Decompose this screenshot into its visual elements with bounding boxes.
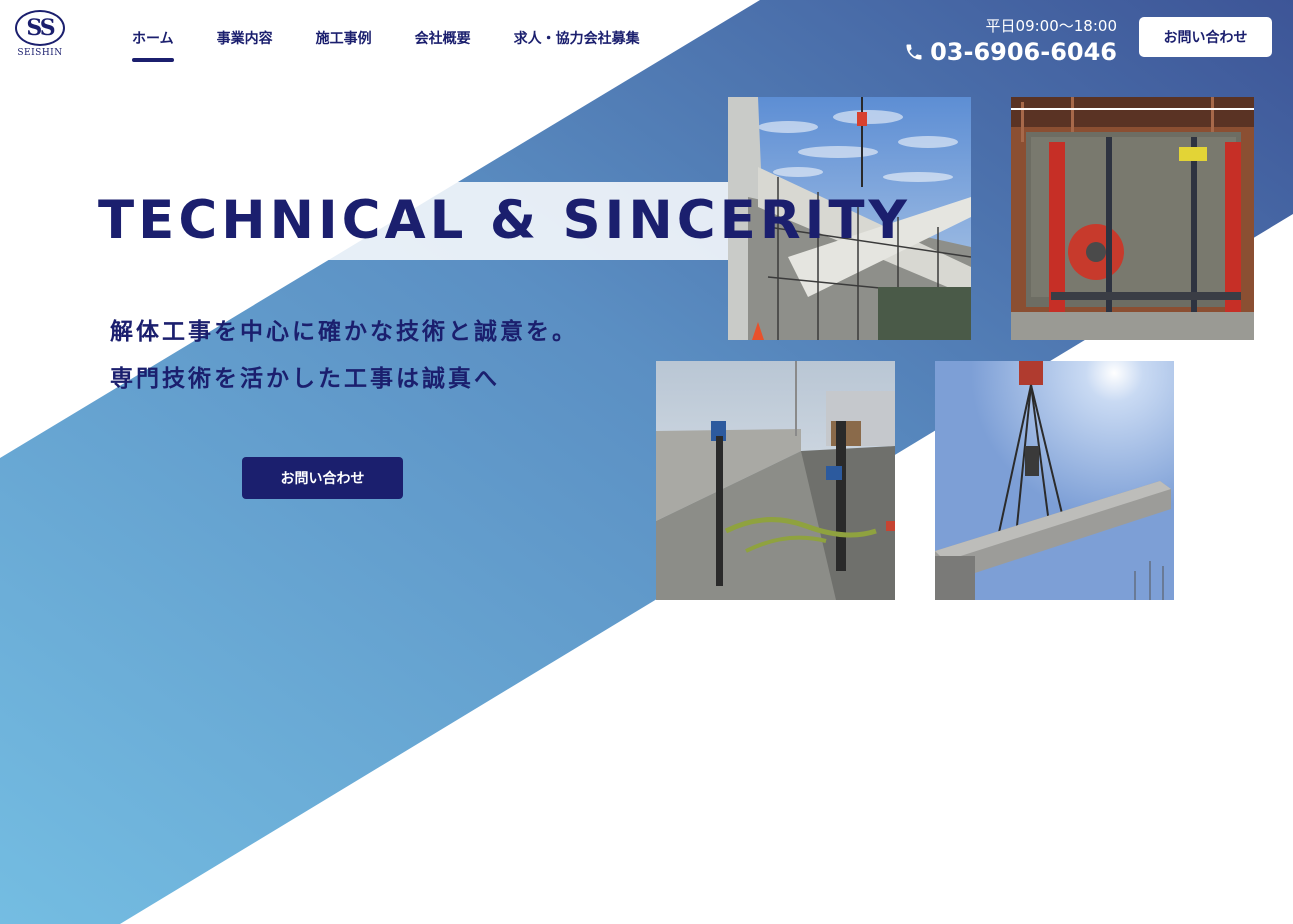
nav-item-recruit[interactable]: 求人・協力会社募集 xyxy=(514,28,640,58)
main-nav: ホーム 事業内容 施工事例 会社概要 求人・協力会社募集 xyxy=(132,28,683,62)
header-contact-button[interactable]: お問い合わせ xyxy=(1139,17,1272,57)
hero-contact-button[interactable]: お問い合わせ xyxy=(242,457,403,499)
nav-item-works[interactable]: 施工事例 xyxy=(316,28,372,58)
photo-crane-lifting-beam xyxy=(935,361,1174,600)
phone-number: 03-6906-6046 xyxy=(930,38,1117,66)
nav-item-services[interactable]: 事業内容 xyxy=(217,28,273,58)
business-hours: 平日09:00〜18:00 xyxy=(985,17,1117,35)
nav-item-home[interactable]: ホーム xyxy=(132,28,174,62)
hero-title: TECHNICAL & SINCERITY xyxy=(98,190,911,251)
phone-icon xyxy=(906,44,922,60)
site-logo[interactable]: SS SEISHIN xyxy=(12,10,68,62)
photo-core-drilling xyxy=(656,361,895,600)
phone-number-link[interactable]: 03-6906-6046 xyxy=(904,38,1117,66)
nav-item-company[interactable]: 会社概要 xyxy=(415,28,471,58)
photo-wire-saw-cutting xyxy=(1011,97,1254,340)
hero-tagline-line1: 解体工事を中心に確かな技術と誠意を。 xyxy=(110,319,578,345)
logo-text: SEISHIN xyxy=(17,48,63,58)
logo-mark: SS xyxy=(15,10,65,46)
hero-tagline-line2: 専門技術を活かした工事は誠真へ xyxy=(110,366,500,392)
